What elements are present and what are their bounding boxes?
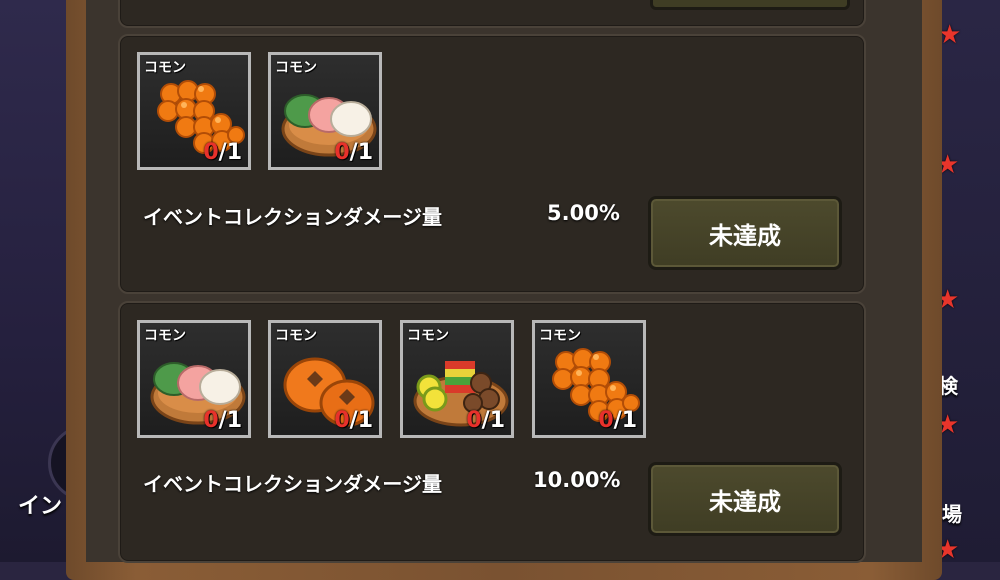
item-slot[interactable]: コモン 0/1 <box>268 52 382 170</box>
item-slot[interactable]: コモン 0/1 <box>137 52 251 170</box>
status-button[interactable]: 未達成 <box>648 196 842 270</box>
rarity-label: コモン <box>144 60 186 76</box>
mission-label: イベントコレクションダメージ量 <box>143 205 442 229</box>
item-count: 0/1 <box>466 408 505 433</box>
background-left: イン <box>0 0 124 562</box>
item-count: 0/1 <box>598 408 637 433</box>
rarity-label: コモン <box>275 328 317 344</box>
item-slot[interactable]: コモン 0/1 <box>268 320 382 438</box>
mission-button-partial[interactable] <box>650 0 850 10</box>
status-button[interactable]: 未達成 <box>648 462 842 536</box>
item-count: 0/1 <box>203 408 242 433</box>
background-right-text: 場 <box>942 502 962 526</box>
item-count: 0/1 <box>334 140 373 165</box>
rarity-label: コモン <box>407 328 449 344</box>
item-slot[interactable]: コモン 0/1 <box>532 320 646 438</box>
mission-label: イベントコレクションダメージ量 <box>143 472 442 496</box>
mission-value: 10.00% <box>533 468 621 492</box>
rarity-label: コモン <box>539 328 581 344</box>
item-slot[interactable]: コモン 0/1 <box>137 320 251 438</box>
mission-value: 5.00% <box>547 201 620 225</box>
rarity-label: コモン <box>275 60 317 76</box>
item-count: 0/1 <box>334 408 373 433</box>
background-left-text: イン <box>18 494 63 519</box>
item-count: 0/1 <box>203 140 242 165</box>
rarity-label: コモン <box>144 328 186 344</box>
item-slot[interactable]: コモン 0/1 <box>400 320 514 438</box>
